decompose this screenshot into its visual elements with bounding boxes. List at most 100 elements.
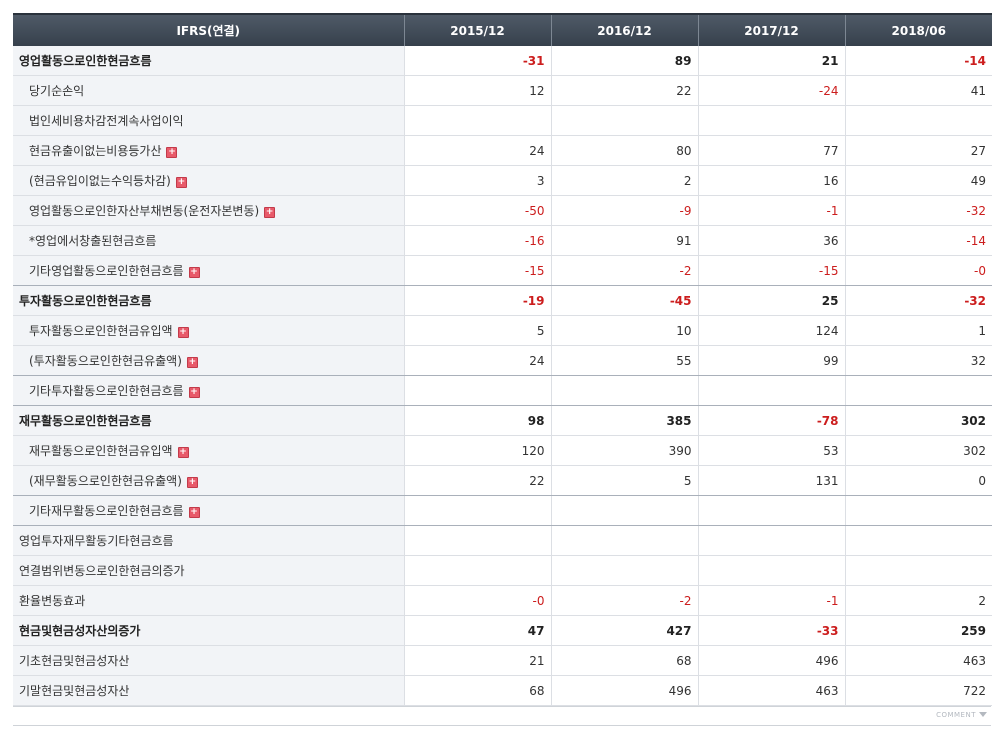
value-cell: 2: [550, 165, 698, 196]
value-cell: 21: [403, 645, 551, 676]
value-cell: 25: [697, 285, 845, 316]
row-label: 기타영업활동으로인한현금흐름 +: [13, 255, 404, 286]
row-label: (재무활동으로인한현금유출액) +: [13, 465, 404, 496]
value-cell: [844, 375, 992, 406]
value-cell: [697, 105, 845, 136]
value-cell: [403, 105, 551, 136]
value-cell: [844, 495, 992, 526]
row-label-text: 법인세비용차감전계속사업이익: [29, 114, 184, 128]
table-row: 투자활동으로인한현금흐름 -19 -45 25 -32: [13, 285, 992, 316]
value-cell: -14: [844, 46, 992, 76]
table-row: 투자활동으로인한현금유입액 +5 10 124 1: [13, 315, 992, 346]
plus-box-icon[interactable]: +: [188, 267, 200, 278]
value-cell: 3: [403, 165, 551, 196]
row-label-text: 당기순손익: [29, 84, 85, 98]
value-cell: 259: [844, 615, 992, 646]
value-cell: 722: [844, 675, 992, 706]
plus-box-icon[interactable]: +: [186, 477, 198, 488]
value-cell: [697, 375, 845, 406]
table-row: 기말현금및현금성자산 68 496 463 722: [13, 675, 992, 706]
row-label: 현금유출이없는비용등가산 +: [13, 135, 404, 166]
value-cell: 1: [844, 315, 992, 346]
table-row: (현금유입이없는수익등차감) +3 2 16 49: [13, 165, 992, 196]
value-cell: 496: [550, 675, 698, 706]
value-cell: 24: [403, 345, 551, 376]
value-cell: 16: [697, 165, 845, 196]
value-cell: -16: [403, 225, 551, 256]
row-label-text: 영업투자재무활동기타현금흐름: [19, 534, 174, 548]
row-label-text: 투자활동으로인한현금유입액: [29, 324, 173, 338]
row-label: 영업활동으로인한현금흐름: [13, 46, 404, 76]
value-cell: -15: [403, 255, 551, 286]
table-header-row: IFRS(연결) 2015/12 2016/12 2017/12 2018/06: [13, 13, 992, 46]
value-cell: 5: [550, 465, 698, 496]
plus-box-icon[interactable]: +: [186, 357, 198, 368]
value-cell: -33: [697, 615, 845, 646]
row-label: 당기순손익: [13, 75, 404, 106]
value-cell: -32: [844, 285, 992, 316]
value-cell: 21: [697, 46, 845, 76]
table-row: 법인세비용차감전계속사업이익: [13, 105, 992, 136]
value-cell: 22: [550, 75, 698, 106]
value-cell: -15: [697, 255, 845, 286]
value-cell: -78: [697, 405, 845, 436]
plus-box-icon[interactable]: +: [188, 387, 200, 398]
value-cell: 89: [550, 46, 698, 76]
plus-box-icon[interactable]: +: [175, 177, 187, 188]
value-cell: -1: [697, 585, 845, 616]
value-cell: 47: [403, 615, 551, 646]
header-period: 2017/12: [697, 13, 845, 46]
table-footer: COMMENT: [13, 706, 991, 726]
value-cell: 24: [403, 135, 551, 166]
value-cell: -19: [403, 285, 551, 316]
row-label: *영업에서창출된현금흐름: [13, 225, 404, 256]
table-row: 재무활동으로인한현금흐름 98 385 -78 302: [13, 405, 992, 436]
value-cell: 41: [844, 75, 992, 106]
row-label-text: 영업활동으로인한자산부채변동(운전자본변동): [29, 204, 260, 218]
plus-box-icon[interactable]: +: [188, 507, 200, 518]
value-cell: -50: [403, 195, 551, 226]
value-cell: -31: [403, 46, 551, 76]
value-cell: [403, 525, 551, 556]
value-cell: 302: [844, 405, 992, 436]
row-label-text: (재무활동으로인한현금유출액): [29, 474, 182, 488]
row-label-text: 재무활동으로인한현금유입액: [29, 444, 173, 458]
header-period: 2018/06: [844, 13, 992, 46]
row-label-text: (투자활동으로인한현금유출액): [29, 354, 182, 368]
row-label: 현금및현금성자산의증가: [13, 615, 404, 646]
plus-box-icon[interactable]: +: [166, 147, 178, 158]
table-row: 연결범위변동으로인한현금의증가: [13, 555, 992, 586]
row-label: 영업투자재무활동기타현금흐름: [13, 525, 404, 556]
header-period: 2015/12: [403, 13, 551, 46]
plus-box-icon[interactable]: +: [177, 447, 189, 458]
value-cell: 27: [844, 135, 992, 166]
value-cell: 427: [550, 615, 698, 646]
value-cell: [844, 525, 992, 556]
plus-box-icon[interactable]: +: [264, 207, 276, 218]
value-cell: 390: [550, 435, 698, 466]
value-cell: -14: [844, 225, 992, 256]
table-row: 기타재무활동으로인한현금흐름 +: [13, 495, 992, 526]
value-cell: [697, 495, 845, 526]
value-cell: -45: [550, 285, 698, 316]
table-row: 기초현금및현금성자산 21 68 496 463: [13, 645, 992, 676]
table-row: 현금및현금성자산의증가 47 427 -33 259: [13, 615, 992, 646]
comment-toggle[interactable]: COMMENT: [936, 711, 987, 719]
value-cell: 463: [697, 675, 845, 706]
table-row: 기타영업활동으로인한현금흐름 + -15 -2 -15 -0: [13, 255, 992, 286]
row-label: (투자활동으로인한현금유출액) +: [13, 345, 404, 376]
value-cell: -24: [697, 75, 845, 106]
row-label-text: 환율변동효과: [19, 594, 86, 608]
value-cell: 49: [844, 165, 992, 196]
plus-box-icon[interactable]: +: [177, 327, 189, 338]
value-cell: -32: [844, 195, 992, 226]
value-cell: [844, 555, 992, 586]
value-cell: 80: [550, 135, 698, 166]
table-row: *영업에서창출된현금흐름 -16 91 36 -14: [13, 225, 992, 256]
value-cell: 36: [697, 225, 845, 256]
row-label-text: 기타영업활동으로인한현금흐름: [29, 264, 184, 278]
value-cell: 120: [403, 435, 551, 466]
header-period: 2016/12: [550, 13, 698, 46]
row-label: 기초현금및현금성자산: [13, 645, 404, 676]
row-label-text: 재무활동으로인한현금흐름: [19, 414, 152, 428]
